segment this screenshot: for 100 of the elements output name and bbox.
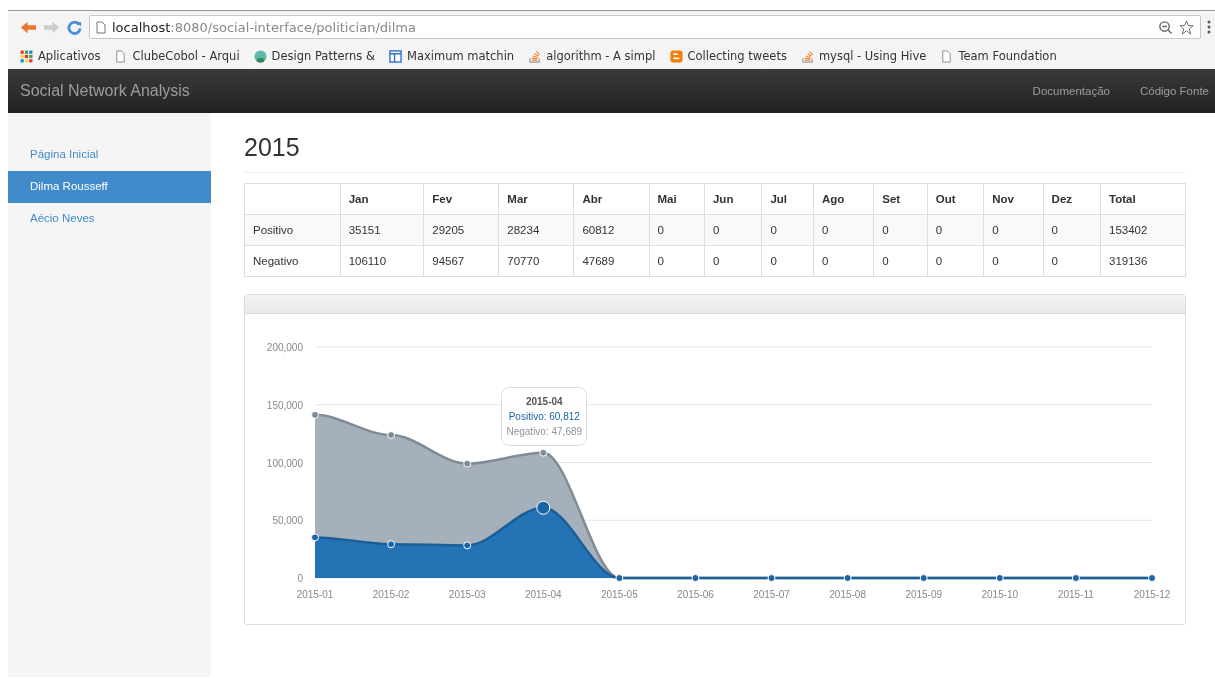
table-cell: 0 — [704, 245, 762, 277]
data-point — [311, 533, 319, 542]
y-axis-label: 50,000 — [272, 515, 303, 527]
table-header: Mai — [649, 183, 705, 215]
table-header: Set — [873, 183, 928, 215]
y-axis-label: 200,000 — [266, 342, 303, 353]
x-axis-label: 2015-07 — [753, 589, 790, 600]
sidebar-item[interactable]: Dilma Rousseff — [8, 171, 211, 203]
data-point — [919, 574, 928, 582]
table-cell: 0 — [873, 214, 928, 246]
url-text: localhost:8080/social-interface/politician/dilma — [112, 19, 416, 35]
apps-grid-icon — [20, 49, 33, 63]
table-header: Mar — [498, 183, 574, 215]
table-cell: 153402 — [1100, 214, 1186, 246]
table-cell: 28234 — [498, 214, 574, 246]
y-axis-label: 150,000 — [266, 399, 303, 411]
x-axis-label: 2015-02 — [372, 589, 410, 600]
x-axis-label: 2015-10 — [981, 589, 1019, 600]
table-cell: 35151 — [340, 214, 424, 246]
table-cell: 29205 — [423, 214, 499, 246]
table-cell: 60812 — [573, 214, 649, 246]
x-axis-label: 2015-05 — [601, 589, 638, 600]
table-header: Jul — [761, 183, 814, 215]
data-point — [387, 431, 396, 440]
data-point — [1148, 574, 1156, 582]
data-point — [536, 500, 551, 515]
data-point — [463, 541, 472, 550]
brand-link[interactable]: Social Network Analysis — [20, 82, 190, 100]
data-point — [767, 574, 776, 582]
table-cell: 0 — [704, 214, 762, 246]
bookmark[interactable]: Maximum matchin — [388, 49, 515, 63]
data-point — [1071, 574, 1080, 582]
globe-icon — [253, 49, 267, 63]
table-cell: 0 — [761, 214, 814, 246]
table-cell: Negativo — [244, 245, 341, 277]
page-icon — [114, 49, 128, 63]
table-cell: 319136 — [1100, 245, 1186, 277]
table-cell: 0 — [927, 214, 984, 246]
bookmark[interactable]: ClubeCobol - Arqui — [114, 49, 240, 63]
table-cell: Positivo — [244, 214, 341, 246]
table-header: Total — [1100, 183, 1186, 215]
x-axis-label: 2015-09 — [905, 589, 943, 600]
data-point — [615, 574, 624, 582]
bookmark[interactable]: algorithm - A simpl — [528, 49, 656, 63]
page-icon — [940, 49, 954, 63]
table-cell: 0 — [983, 245, 1044, 277]
blog-icon — [669, 49, 683, 63]
menu-icon[interactable] — [1207, 20, 1211, 34]
x-axis-label: 2015-04 — [524, 589, 562, 600]
table-header: Abr — [573, 183, 649, 215]
reload-icon[interactable] — [66, 19, 83, 35]
nav-link[interactable]: Documentação — [1032, 85, 1110, 97]
table-header: Fev — [423, 183, 499, 215]
sidebar-item[interactable]: Aécio Neves — [8, 203, 211, 235]
bookmark[interactable]: Design Patterns & — [253, 49, 375, 63]
data-point — [691, 574, 700, 582]
table-cell: 0 — [983, 214, 1044, 246]
data-point — [539, 448, 548, 457]
bookmark[interactable]: Team Foundation — [940, 49, 1057, 63]
data-point — [995, 574, 1004, 582]
data-point — [463, 459, 472, 468]
zoom-out-icon[interactable] — [1158, 19, 1173, 35]
data-point — [387, 540, 396, 549]
x-axis-label: 2015-06 — [677, 589, 714, 600]
nav-link[interactable]: Código Fonte — [1139, 85, 1209, 97]
y-axis-label: 100,000 — [266, 457, 303, 469]
page-heading: 2015 — [244, 133, 1186, 173]
x-axis-label: 2015-01 — [296, 589, 334, 600]
tooltip-value: Negativo: 47,689 — [505, 424, 584, 439]
bookmark[interactable]: mysql - Using Hive — [800, 49, 927, 63]
y-axis-label: 0 — [297, 573, 303, 584]
tooltip-title: 2015-04 — [524, 394, 564, 409]
table-header: Nov — [983, 183, 1044, 215]
table-cell: 0 — [813, 245, 874, 277]
table-cell: 0 — [649, 245, 705, 277]
bookmark[interactable]: Collecting tweets — [669, 49, 787, 63]
table-header: Jan — [340, 183, 424, 215]
table-cell: 0 — [873, 245, 928, 277]
table-cell: 106110 — [340, 245, 424, 277]
tooltip-value: Positivo: 60,812 — [507, 409, 581, 424]
back-icon[interactable] — [20, 19, 37, 35]
bookmark[interactable]: Aplicativos — [20, 49, 101, 63]
table-header: Jun — [704, 183, 762, 215]
table-cell: 47689 — [573, 245, 649, 277]
table-cell: 0 — [1043, 245, 1101, 277]
address-bar[interactable]: localhost:8080/social-interface/politician/dilma — [89, 15, 1201, 39]
table-cell: 70770 — [498, 245, 574, 277]
window-icon — [388, 49, 402, 63]
data-point — [843, 574, 852, 582]
stack-icon — [800, 49, 814, 63]
table-header: Ago — [813, 183, 874, 215]
table-cell: 94567 — [423, 245, 499, 277]
x-axis-label: 2015-11 — [1057, 589, 1094, 600]
x-axis-label: 2015-12 — [1133, 589, 1171, 600]
table-cell: 0 — [813, 214, 874, 246]
star-icon[interactable] — [1179, 19, 1194, 35]
table-header: Dez — [1043, 183, 1101, 215]
data-point — [311, 410, 319, 419]
x-axis-label: 2015-03 — [448, 589, 486, 600]
table-header: Out — [927, 183, 984, 215]
